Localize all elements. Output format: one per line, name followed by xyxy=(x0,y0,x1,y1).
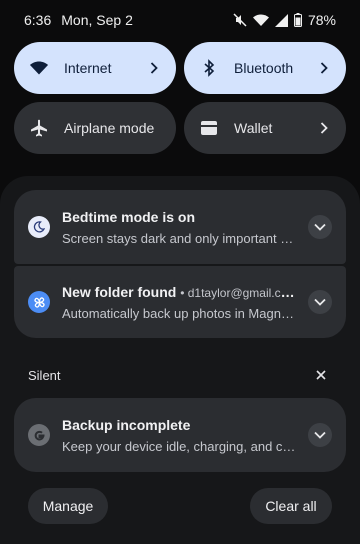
chevron-down-icon xyxy=(314,431,326,439)
notification-bedtime[interactable]: Bedtime mode is on Screen stays dark and… xyxy=(14,190,346,264)
notification-text: Screen stays dark and only important cal… xyxy=(62,230,296,246)
tile-label: Bluetooth xyxy=(234,60,294,76)
notification-title: New folder found xyxy=(62,283,177,300)
date: Mon, Sep 2 xyxy=(61,12,133,28)
tile-wallet[interactable]: Wallet xyxy=(184,102,346,154)
tile-label: Airplane mode xyxy=(64,120,155,136)
clock: 6:36 xyxy=(24,12,52,28)
airplane-icon xyxy=(28,117,50,139)
chevron-right-icon xyxy=(146,60,162,76)
wallet-icon xyxy=(198,117,220,139)
tile-airplane-mode[interactable]: Airplane mode xyxy=(14,102,176,154)
clear-all-button[interactable]: Clear all xyxy=(250,488,332,524)
wifi-icon xyxy=(252,14,269,27)
manage-button[interactable]: Manage xyxy=(28,488,108,524)
tile-label: Wallet xyxy=(234,120,273,136)
expand-button[interactable] xyxy=(308,423,332,447)
bluetooth-icon xyxy=(198,57,220,79)
signal-icon xyxy=(274,13,288,27)
section-header-silent: Silent xyxy=(28,368,61,383)
status-bar: 6:36 Mon, Sep 2 78% xyxy=(0,0,360,40)
chevron-right-icon xyxy=(316,60,332,76)
tile-label: Internet xyxy=(64,60,112,76)
battery-icon xyxy=(293,13,302,27)
expand-button[interactable] xyxy=(308,215,332,239)
battery-percent: 78% xyxy=(307,12,336,28)
close-icon[interactable] xyxy=(314,368,328,382)
moon-icon xyxy=(28,216,50,238)
tile-bluetooth[interactable]: Bluetooth xyxy=(184,42,346,94)
chevron-down-icon xyxy=(314,223,326,231)
quick-settings-tiles: Internet Bluetooth Airplane mode Wallet xyxy=(14,42,346,154)
notification-backup[interactable]: Backup incomplete Keep your device idle,… xyxy=(14,398,346,472)
notification-meta: • d1taylor@gmail.com • 6m xyxy=(180,285,296,300)
notification-title: Bedtime mode is on xyxy=(62,208,196,225)
expand-button[interactable] xyxy=(308,290,332,314)
chevron-down-icon xyxy=(314,298,326,306)
notification-title: Backup incomplete xyxy=(62,416,191,433)
mute-icon xyxy=(233,13,247,27)
notification-text: Keep your device idle, charging, and con… xyxy=(62,438,296,454)
notification-new-folder[interactable]: New folder found • d1taylor@gmail.com • … xyxy=(14,266,346,338)
pinwheel-icon xyxy=(28,291,50,313)
notification-text: Automatically back up photos in Magnifie… xyxy=(62,305,296,321)
tile-internet[interactable]: Internet xyxy=(14,42,176,94)
google-icon xyxy=(28,424,50,446)
wifi-icon xyxy=(28,57,50,79)
chevron-right-icon xyxy=(316,120,332,136)
